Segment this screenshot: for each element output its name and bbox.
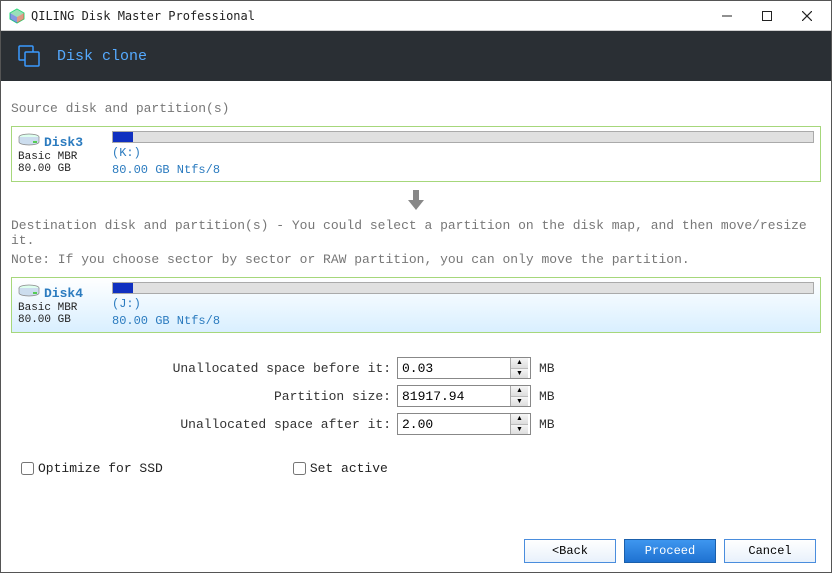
close-button[interactable] [787,2,827,30]
unallocated-before-input[interactable]: ▲ ▼ [397,357,531,379]
unallocated-before-value[interactable] [398,358,510,378]
source-partition-bar[interactable] [112,131,814,143]
dest-disk-type: Basic MBR [18,302,100,314]
source-disk-info: Disk3 Basic MBR 80.00 GB [12,127,106,181]
dest-section-label: Destination disk and partition(s) - You … [11,218,821,248]
maximize-button[interactable] [747,2,787,30]
source-part-desc: 80.00 GB Ntfs/8 [112,163,814,177]
cancel-button[interactable]: Cancel [724,539,816,563]
dest-disk-map[interactable]: (J:) 80.00 GB Ntfs/8 [106,278,820,332]
hard-drive-icon [18,133,40,151]
destination-disk-panel[interactable]: Disk4 Basic MBR 80.00 GB (J:) 80.00 GB N… [11,277,821,333]
unit-label: MB [539,389,555,404]
page-header: Disk clone [1,31,831,81]
source-section-label: Source disk and partition(s) [11,101,821,116]
resize-fields: Unallocated space before it: ▲ ▼ MB Part… [11,357,821,435]
disk-clone-icon [17,42,43,71]
dest-disk-name: Disk4 [44,286,83,301]
source-disk-type: Basic MBR [18,151,100,163]
window-title: QILING Disk Master Professional [31,9,255,23]
set-active-label: Set active [310,461,388,476]
optimize-ssd-checkbox[interactable]: Optimize for SSD [21,461,163,476]
spin-down-button[interactable]: ▼ [511,397,528,407]
options-row: Optimize for SSD Set active [21,461,821,476]
optimize-ssd-input[interactable] [21,462,34,475]
spin-up-button[interactable]: ▲ [511,386,528,397]
back-button[interactable]: <Back [524,539,616,563]
source-disk-size: 80.00 GB [18,163,100,175]
after-label: Unallocated space after it: [11,417,397,432]
before-label: Unallocated space before it: [11,361,397,376]
source-disk-panel[interactable]: Disk3 Basic MBR 80.00 GB (K:) 80.00 GB N… [11,126,821,182]
set-active-input[interactable] [293,462,306,475]
optimize-ssd-label: Optimize for SSD [38,461,163,476]
page-title: Disk clone [57,48,147,65]
dest-disk-size: 80.00 GB [18,314,100,326]
partition-size-value[interactable] [398,386,510,406]
footer-buttons: <Back Proceed Cancel [524,539,816,563]
app-icon [9,8,25,24]
minimize-button[interactable] [707,2,747,30]
dest-note: Note: If you choose sector by sector or … [11,252,821,267]
source-disk-map[interactable]: (K:) 80.00 GB Ntfs/8 [106,127,820,181]
unit-label: MB [539,417,555,432]
proceed-button[interactable]: Proceed [624,539,716,563]
titlebar: QILING Disk Master Professional [1,1,831,31]
source-disk-name: Disk3 [44,135,83,150]
unallocated-after-input[interactable]: ▲ ▼ [397,413,531,435]
unit-label: MB [539,361,555,376]
spin-up-button[interactable]: ▲ [511,358,528,369]
dest-partition-bar[interactable] [112,282,814,294]
spin-up-button[interactable]: ▲ [511,414,528,425]
dest-part-letter: (J:) [112,297,814,311]
dest-disk-info: Disk4 Basic MBR 80.00 GB [12,278,106,332]
spin-down-button[interactable]: ▼ [511,425,528,435]
size-label: Partition size: [11,389,397,404]
set-active-checkbox[interactable]: Set active [293,461,388,476]
dest-part-desc: 80.00 GB Ntfs/8 [112,314,814,328]
hard-drive-icon [18,284,40,302]
unallocated-after-value[interactable] [398,414,510,434]
source-part-letter: (K:) [112,146,814,160]
content-area: Source disk and partition(s) Disk3 Basic… [1,81,831,482]
clone-arrow-icon [11,188,821,214]
partition-size-input[interactable]: ▲ ▼ [397,385,531,407]
spin-down-button[interactable]: ▼ [511,369,528,379]
